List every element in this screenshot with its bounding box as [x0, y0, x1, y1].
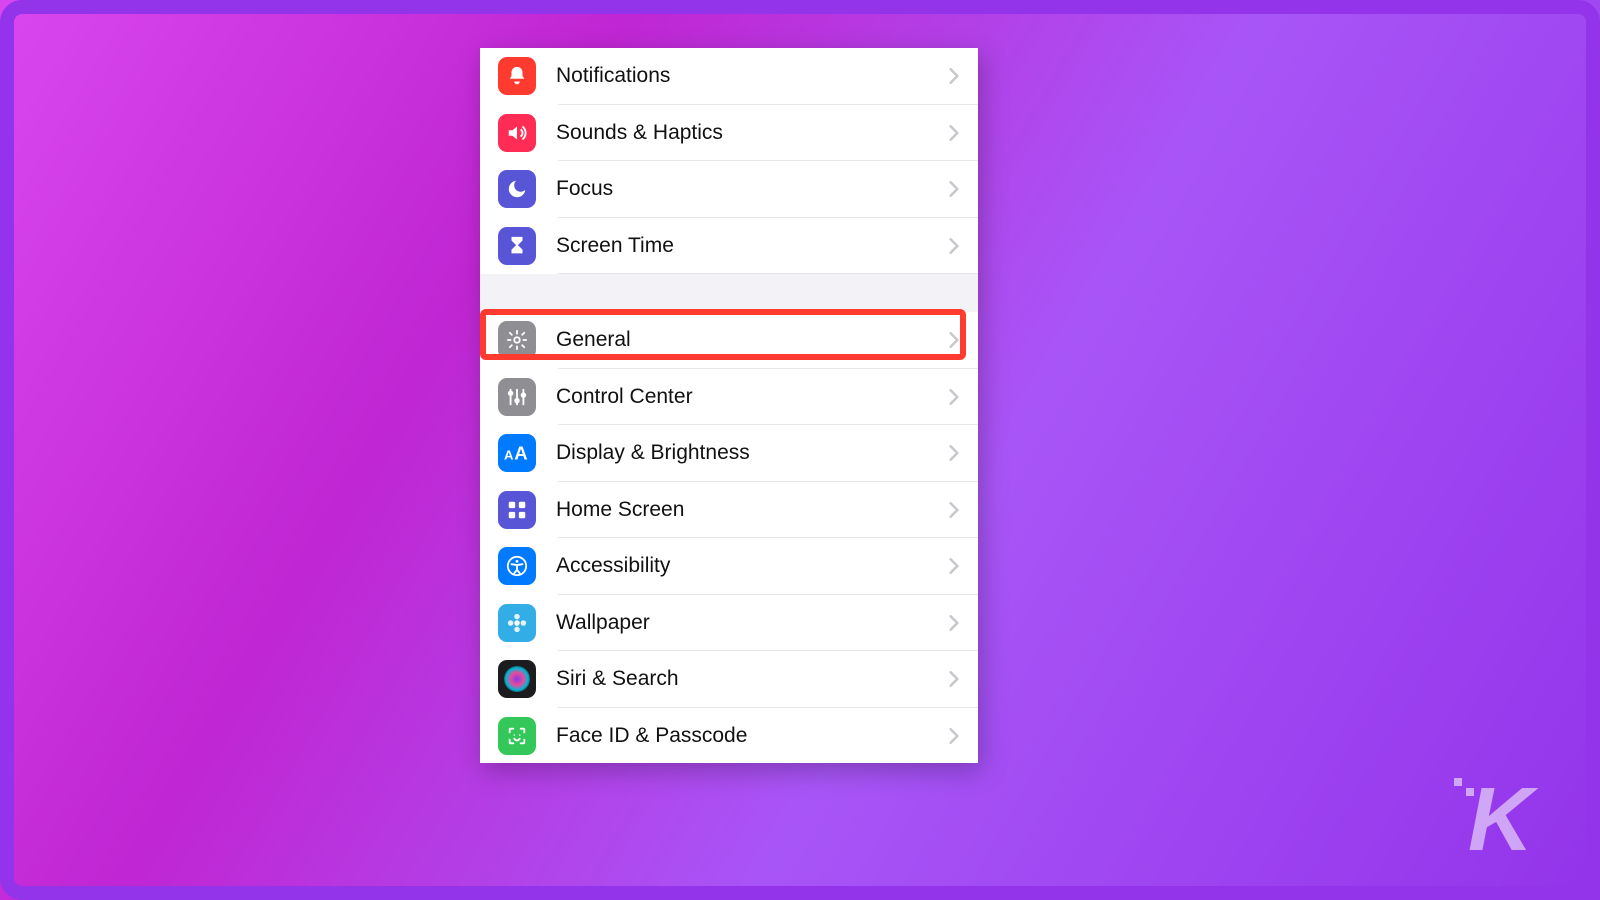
- moon-icon: [498, 170, 536, 208]
- chevron-right-icon: [948, 670, 960, 688]
- settings-row-label: Screen Time: [556, 234, 948, 258]
- chevron-right-icon: [948, 237, 960, 255]
- settings-row-focus[interactable]: Focus: [480, 161, 978, 218]
- settings-panel: Notifications Sounds & Haptics Focus Screen…: [480, 48, 978, 763]
- settings-group: General Control Center AA Display & Brightn…: [480, 312, 978, 763]
- settings-row-screentime[interactable]: Screen Time: [480, 218, 978, 275]
- row-separator: [558, 273, 978, 274]
- settings-row-general[interactable]: General: [480, 312, 978, 369]
- settings-row-siri[interactable]: Siri & Search: [480, 651, 978, 708]
- flower-icon: [498, 604, 536, 642]
- settings-row-sounds[interactable]: Sounds & Haptics: [480, 105, 978, 162]
- accessibility-icon: [498, 547, 536, 585]
- face-id-icon: [498, 717, 536, 755]
- settings-row-label: Wallpaper: [556, 611, 948, 635]
- settings-row-label: Display & Brightness: [556, 441, 948, 465]
- settings-row-label: Control Center: [556, 385, 948, 409]
- chevron-right-icon: [948, 501, 960, 519]
- settings-row-label: Home Screen: [556, 498, 948, 522]
- svg-text:A: A: [504, 448, 514, 463]
- gear-icon: [498, 321, 536, 359]
- text-size-icon: AA: [498, 434, 536, 472]
- settings-row-label: Focus: [556, 177, 948, 201]
- chevron-right-icon: [948, 331, 960, 349]
- svg-text:K: K: [1468, 770, 1539, 864]
- sliders-icon: [498, 378, 536, 416]
- settings-row-display[interactable]: AA Display & Brightness: [480, 425, 978, 482]
- settings-row-label: Sounds & Haptics: [556, 121, 948, 145]
- group-separator: [480, 274, 978, 312]
- svg-text:A: A: [514, 443, 527, 464]
- chevron-right-icon: [948, 388, 960, 406]
- settings-row-label: Notifications: [556, 64, 948, 88]
- settings-row-notifications[interactable]: Notifications: [480, 48, 978, 105]
- settings-row-home-screen[interactable]: Home Screen: [480, 482, 978, 539]
- settings-row-label: Face ID & Passcode: [556, 724, 948, 748]
- settings-row-accessibility[interactable]: Accessibility: [480, 538, 978, 595]
- bell-icon: [498, 57, 536, 95]
- chevron-right-icon: [948, 727, 960, 745]
- settings-row-control-center[interactable]: Control Center: [480, 369, 978, 426]
- chevron-right-icon: [948, 557, 960, 575]
- chevron-right-icon: [948, 67, 960, 85]
- settings-row-faceid[interactable]: Face ID & Passcode: [480, 708, 978, 764]
- settings-row-wallpaper[interactable]: Wallpaper: [480, 595, 978, 652]
- speaker-icon: [498, 114, 536, 152]
- settings-row-label: Siri & Search: [556, 667, 948, 691]
- settings-group: Notifications Sounds & Haptics Focus Screen…: [480, 48, 978, 274]
- settings-row-label: Accessibility: [556, 554, 948, 578]
- siri-icon: [498, 660, 536, 698]
- chevron-right-icon: [948, 444, 960, 462]
- chevron-right-icon: [948, 180, 960, 198]
- settings-row-label: General: [556, 328, 948, 352]
- watermark-logo: K: [1438, 764, 1558, 864]
- chevron-right-icon: [948, 124, 960, 142]
- hourglass-icon: [498, 227, 536, 265]
- grid-icon: [498, 491, 536, 529]
- chevron-right-icon: [948, 614, 960, 632]
